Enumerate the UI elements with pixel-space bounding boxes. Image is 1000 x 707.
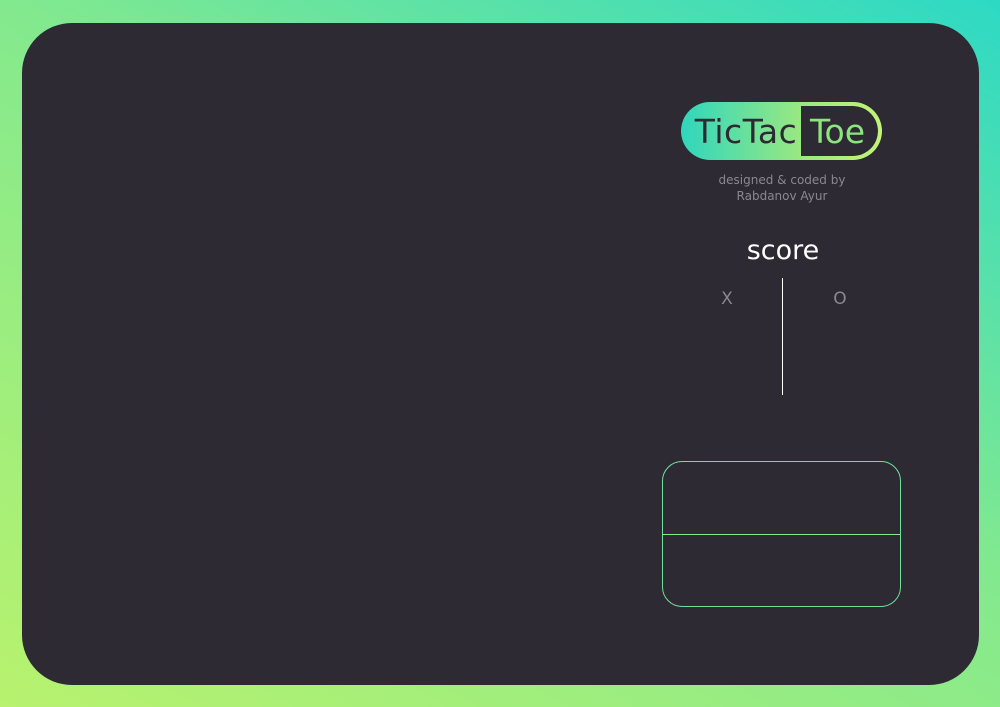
action-button-bottom[interactable] [663,535,900,606]
logo-text-toe: Toe [801,106,878,156]
logo-inner: TicTac Toe [685,106,878,156]
logo: TicTac Toe [681,102,882,160]
game-board[interactable] [62,63,622,643]
action-button-top[interactable] [663,462,900,534]
score-x-label: X [721,289,733,309]
credit-text: designed & coded by Rabdanov Ayur [682,172,882,204]
action-buttons-panel [662,461,901,607]
score-title: score [746,235,820,266]
credit-line-2: Rabdanov Ayur [736,189,828,203]
score-o-label: O [833,289,847,309]
game-card: TicTac Toe designed & coded by Rabdanov … [22,23,979,685]
credit-line-1: designed & coded by [718,173,846,187]
score-divider [782,278,783,395]
logo-text-tictac: TicTac [694,111,798,151]
